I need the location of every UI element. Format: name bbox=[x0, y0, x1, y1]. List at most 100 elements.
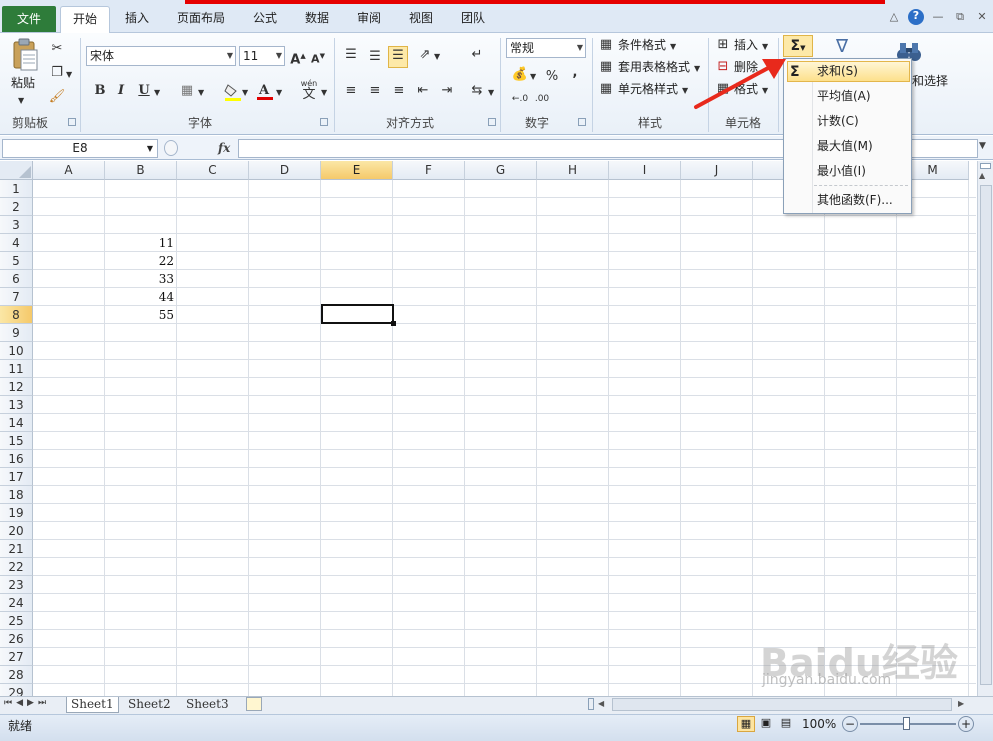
tab-insert[interactable]: 插入 bbox=[114, 6, 160, 33]
tab-page-layout[interactable]: 页面布局 bbox=[166, 6, 236, 33]
chevron-down-icon[interactable]: ▼ bbox=[670, 38, 676, 56]
row-header-26[interactable]: 26 bbox=[0, 630, 33, 648]
column-header-J[interactable]: J bbox=[681, 161, 753, 180]
row-header-27[interactable]: 27 bbox=[0, 648, 33, 666]
align-center-icon[interactable]: ≡ bbox=[366, 82, 384, 100]
worksheet-grid[interactable]: ABCDEFGHIJKLM 12345678910111213141516171… bbox=[0, 161, 976, 696]
row-header-21[interactable]: 21 bbox=[0, 540, 33, 558]
zoom-in-button[interactable]: + bbox=[958, 716, 974, 732]
row-header-1[interactable]: 1 bbox=[0, 180, 33, 198]
row-header-25[interactable]: 25 bbox=[0, 612, 33, 630]
bold-button[interactable]: B bbox=[92, 82, 108, 100]
row-header-11[interactable]: 11 bbox=[0, 360, 33, 378]
column-header-I[interactable]: I bbox=[609, 161, 681, 180]
cell-styles-button[interactable]: 单元格样式 bbox=[618, 80, 678, 98]
row-header-15[interactable]: 15 bbox=[0, 432, 33, 450]
menu-item-sum[interactable]: 求和(S) bbox=[817, 61, 858, 81]
horizontal-scrollbar-thumb[interactable] bbox=[612, 698, 952, 711]
row-header-17[interactable]: 17 bbox=[0, 468, 33, 486]
format-as-table-button[interactable]: 套用表格格式 bbox=[618, 58, 690, 76]
sheet-tab-3[interactable]: Sheet3 bbox=[182, 697, 233, 713]
select-all-corner[interactable] bbox=[0, 161, 33, 180]
fill-color-icon[interactable] bbox=[224, 82, 242, 102]
column-header-H[interactable]: H bbox=[537, 161, 609, 180]
wrap-text-icon[interactable]: ↵ bbox=[466, 46, 488, 64]
align-bottom-icon[interactable]: ☰ bbox=[388, 46, 408, 68]
window-minimize-icon[interactable]: — bbox=[930, 10, 946, 24]
dialog-launcher-icon[interactable] bbox=[488, 118, 496, 126]
grow-font-icon[interactable]: A▲ bbox=[290, 47, 306, 69]
font-color-icon[interactable]: A bbox=[256, 81, 274, 101]
insert-cells-icon[interactable]: ⊞ bbox=[714, 36, 732, 54]
cell-B5[interactable]: 22 bbox=[105, 252, 176, 270]
row-header-2[interactable]: 2 bbox=[0, 198, 33, 216]
borders-icon[interactable]: ▦ bbox=[178, 82, 196, 100]
find-select-button[interactable]: 和选择 bbox=[912, 72, 948, 90]
format-table-icon[interactable]: ▦ bbox=[598, 58, 614, 76]
chevron-down-icon[interactable]: ▼ bbox=[762, 38, 768, 56]
tab-home[interactable]: 开始 bbox=[60, 6, 110, 34]
row-header-13[interactable]: 13 bbox=[0, 396, 33, 414]
row-header-4[interactable]: 4 bbox=[0, 234, 33, 252]
row-header-23[interactable]: 23 bbox=[0, 576, 33, 594]
shrink-font-icon[interactable]: A▼ bbox=[310, 47, 326, 69]
row-header-14[interactable]: 14 bbox=[0, 414, 33, 432]
row-header-28[interactable]: 28 bbox=[0, 666, 33, 684]
chevron-down-icon[interactable]: ▼ bbox=[321, 84, 327, 102]
chevron-down-icon[interactable]: ▼ bbox=[530, 68, 536, 86]
paste-icon[interactable] bbox=[10, 38, 40, 72]
column-header-G[interactable]: G bbox=[465, 161, 537, 180]
row-header-12[interactable]: 12 bbox=[0, 378, 33, 396]
dialog-launcher-icon[interactable] bbox=[578, 118, 586, 126]
scroll-left-icon[interactable]: ◀ bbox=[598, 699, 604, 708]
font-size-combo[interactable]: 11 ▼ bbox=[239, 46, 285, 66]
cell-B7[interactable]: 44 bbox=[105, 288, 176, 306]
percent-button[interactable]: % bbox=[544, 68, 560, 86]
chevron-down-icon[interactable]: ▼ bbox=[66, 66, 72, 84]
column-header-B[interactable]: B bbox=[105, 161, 177, 180]
tab-data[interactable]: 数据 bbox=[294, 6, 340, 33]
chevron-down-icon[interactable]: ▼ bbox=[434, 48, 440, 66]
help-icon[interactable]: ? bbox=[908, 9, 924, 25]
column-header-F[interactable]: F bbox=[393, 161, 465, 180]
row-header-6[interactable]: 6 bbox=[0, 270, 33, 288]
sheet-tab-2[interactable]: Sheet2 bbox=[124, 697, 175, 713]
insert-sheet-icon[interactable] bbox=[246, 697, 262, 711]
number-format-combo[interactable]: 常规 ▼ bbox=[506, 38, 586, 58]
menu-item-more-functions[interactable]: 其他函数(F)... bbox=[817, 190, 893, 210]
row-header-20[interactable]: 20 bbox=[0, 522, 33, 540]
normal-view-icon[interactable]: ▦ bbox=[737, 716, 755, 732]
row-header-7[interactable]: 7 bbox=[0, 288, 33, 306]
align-top-icon[interactable]: ☰ bbox=[342, 46, 360, 64]
chevron-down-icon[interactable]: ▼ bbox=[682, 82, 688, 100]
column-header-D[interactable]: D bbox=[249, 161, 321, 180]
formula-bar-resize-handle[interactable] bbox=[164, 140, 178, 156]
decrease-indent-icon[interactable]: ⇤ bbox=[414, 82, 432, 100]
menu-item-average[interactable]: 平均值(A) bbox=[817, 86, 871, 106]
scroll-up-icon[interactable]: ▲ bbox=[979, 171, 985, 180]
phonetic-guide-button[interactable]: wén 文 bbox=[298, 80, 320, 104]
tab-view[interactable]: 视图 bbox=[398, 6, 444, 33]
row-header-9[interactable]: 9 bbox=[0, 324, 33, 342]
increase-indent-icon[interactable]: ⇥ bbox=[438, 82, 456, 100]
scrollbar-thumb[interactable] bbox=[980, 185, 992, 685]
comma-button[interactable]: , bbox=[568, 64, 582, 82]
tab-team[interactable]: 团队 bbox=[450, 6, 496, 33]
autosum-button[interactable]: Σ▼ bbox=[783, 35, 813, 57]
chevron-down-icon[interactable]: ▼ bbox=[488, 84, 494, 102]
column-header-E[interactable]: E bbox=[321, 161, 393, 180]
underline-button[interactable]: U bbox=[136, 82, 152, 100]
chevron-down-icon[interactable]: ▼ bbox=[18, 92, 24, 110]
row-header-5[interactable]: 5 bbox=[0, 252, 33, 270]
italic-button[interactable]: I bbox=[113, 82, 129, 100]
row-header-16[interactable]: 16 bbox=[0, 450, 33, 468]
zoom-level[interactable]: 100% bbox=[802, 716, 836, 732]
insert-button[interactable]: 插入 bbox=[734, 36, 758, 54]
row-header-3[interactable]: 3 bbox=[0, 216, 33, 234]
sheet-nav-arrows-icon[interactable]: ⏮◀▶⏭ bbox=[4, 698, 50, 708]
scroll-right-icon[interactable]: ▶ bbox=[958, 699, 964, 708]
menu-item-count[interactable]: 计数(C) bbox=[817, 111, 859, 131]
conditional-format-button[interactable]: 条件格式 bbox=[618, 36, 666, 54]
insert-function-button[interactable]: fx bbox=[218, 139, 236, 158]
row-header-22[interactable]: 22 bbox=[0, 558, 33, 576]
